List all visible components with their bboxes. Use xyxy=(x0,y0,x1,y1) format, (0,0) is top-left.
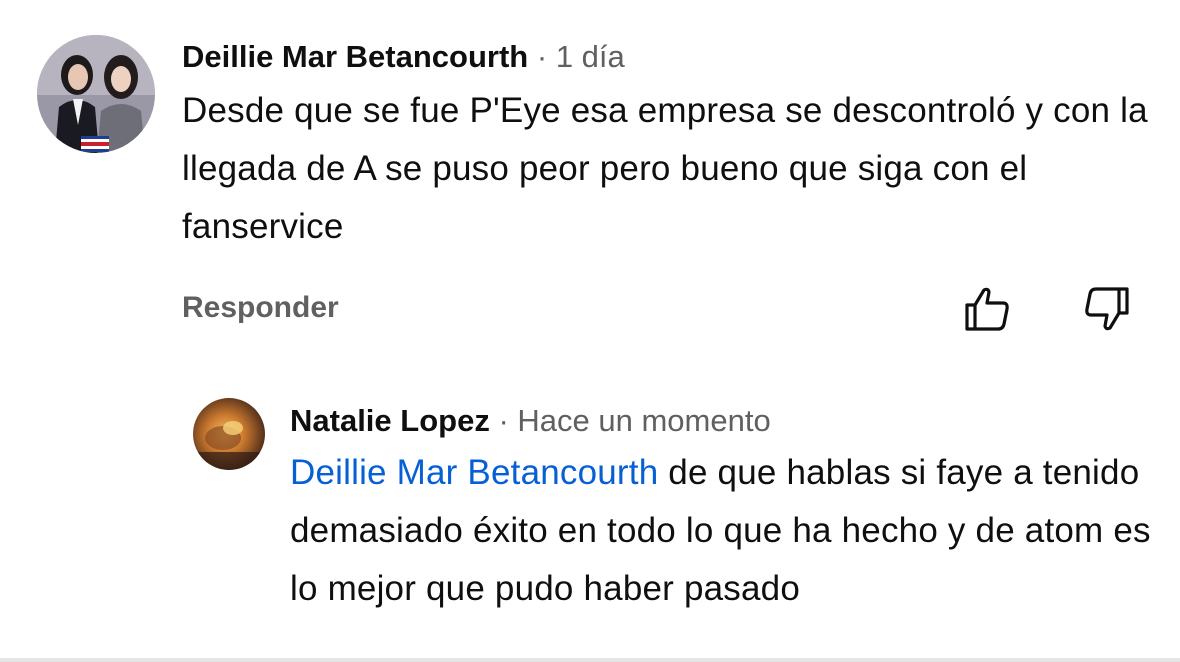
reply-author-name[interactable]: Natalie Lopez xyxy=(290,403,490,438)
dislike-button[interactable] xyxy=(1083,285,1131,333)
reply-button[interactable]: Responder xyxy=(182,293,339,323)
comment-text: Desde que se fue P'Eye esa empresa se de… xyxy=(182,91,1148,246)
comment-header: Deillie Mar Betancourth · 1 día xyxy=(182,41,625,72)
reply-header: Natalie Lopez · Hace un momento xyxy=(290,405,771,436)
like-button[interactable] xyxy=(963,285,1011,333)
meta-separator: · xyxy=(498,403,509,438)
comment-author-name[interactable]: Deillie Mar Betancourth xyxy=(182,39,528,74)
divider xyxy=(0,658,1180,662)
reply-author-avatar[interactable] xyxy=(193,398,265,470)
meta-separator: · xyxy=(536,39,548,74)
reply-timestamp[interactable]: Hace un momento xyxy=(517,403,770,438)
comment-author-avatar[interactable] xyxy=(37,35,155,153)
avatar-image xyxy=(193,398,265,470)
reply-text: Deillie Mar Betancourth de que hablas si… xyxy=(290,444,1170,618)
thumbs-up-icon xyxy=(965,287,1009,331)
mention-link[interactable]: Deillie Mar Betancourth xyxy=(290,453,658,492)
comment-timestamp[interactable]: 1 día xyxy=(556,39,625,74)
avatar-image xyxy=(37,35,155,153)
thumbs-down-icon xyxy=(1085,287,1129,331)
